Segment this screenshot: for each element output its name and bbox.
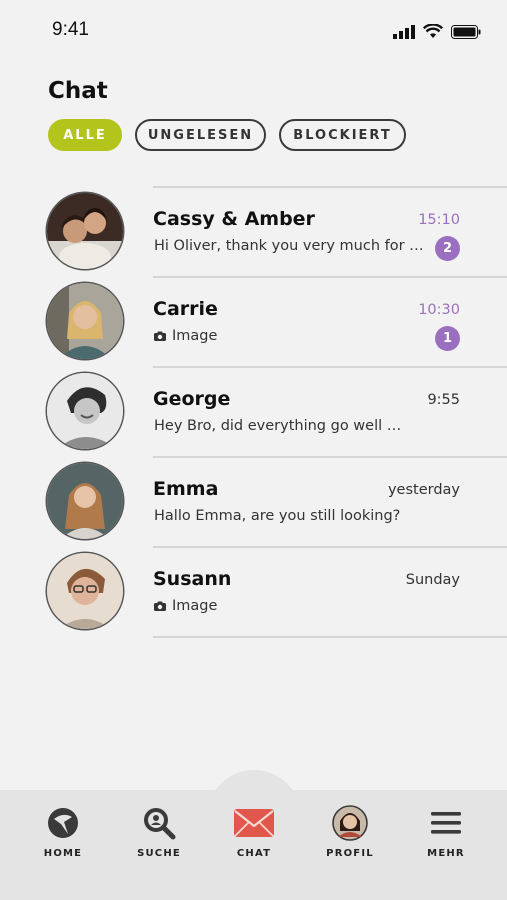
profile-avatar-icon [332,805,368,841]
camera-icon [154,331,166,341]
camera-icon [154,601,166,611]
chat-row-carrie[interactable]: Carrie Image 10:30 1 [0,276,507,366]
filter-unread-button[interactable]: UNGELESEN [135,119,266,151]
unread-badge: 1 [435,326,460,351]
divider [153,366,507,368]
chat-preview-text: Hey Bro, did everything go well … [154,418,402,434]
nav-more-label: MEHR [427,848,465,859]
chat-name: Emma [153,478,219,500]
divider [153,186,507,188]
envelope-icon [234,809,274,837]
nav-chat[interactable]: CHAT [214,802,294,859]
nav-home-label: HOME [43,848,83,859]
nav-search-label: SUCHE [137,848,181,859]
chat-row-susann[interactable]: Susann Image Sunday [0,546,507,638]
page-title: Chat [48,78,108,104]
chat-preview-text: Image [172,328,218,344]
avatar [47,553,123,629]
nav-profile-label: PROFIL [326,848,374,859]
chat-row-cassy-amber[interactable]: Cassy & Amber Hi Oliver, thank you very … [0,186,507,276]
filter-all-button[interactable]: ALLE [48,119,122,151]
divider [153,546,507,548]
chat-preview-text: Hi Oliver, thank you very much for … [154,238,422,254]
signal-icon [393,24,415,39]
status-time: 9:41 [52,19,89,40]
chat-list: Cassy & Amber Hi Oliver, thank you very … [0,186,507,638]
chat-time: 9:55 [427,392,460,408]
nav-profile[interactable]: PROFIL [310,802,390,859]
nav-chat-label: CHAT [236,848,272,859]
chat-time: Sunday [405,572,460,588]
battery-icon [451,24,481,39]
chat-preview-text: Hallo Emma, are you still looking? [154,508,401,524]
divider [153,456,507,458]
wifi-icon [423,24,443,38]
filter-blocked-button[interactable]: BLOCKIERT [279,119,406,151]
status-bar: 9:41 [0,0,507,60]
chat-preview: Hey Bro, did everything go well … [154,418,401,434]
home-icon [48,808,78,838]
chat-name: Susann [153,568,232,590]
chat-preview-text: Image [172,598,218,614]
filter-bar: ALLE UNGELESEN BLOCKIERT [48,119,406,151]
avatar [47,463,123,539]
search-icon [144,808,176,840]
nav-home[interactable]: HOME [23,802,103,859]
chat-time: 15:10 [418,212,460,228]
divider [153,636,507,638]
nav-more[interactable]: MEHR [406,802,486,859]
chat-time: yesterday [387,482,460,498]
unread-badge: 2 [435,236,460,261]
chat-row-emma[interactable]: Emma Hallo Emma, are you still looking? … [0,456,507,546]
chat-name: Carrie [153,298,218,320]
chat-name: George [153,388,231,410]
chat-preview: Image [154,328,217,344]
avatar [47,283,123,359]
status-icons [393,24,481,39]
divider [153,276,507,278]
chat-preview: Hallo Emma, are you still looking? [154,508,400,524]
chat-time: 10:30 [418,302,460,318]
nav-search[interactable]: SUCHE [119,802,199,859]
avatar [47,193,123,269]
chat-preview: Hi Oliver, thank you very much for … [154,238,422,254]
avatar [47,373,123,449]
chat-name: Cassy & Amber [153,208,315,230]
menu-icon [431,812,461,834]
chat-preview: Image [154,598,217,614]
chat-row-george[interactable]: George Hey Bro, did everything go well …… [0,366,507,456]
